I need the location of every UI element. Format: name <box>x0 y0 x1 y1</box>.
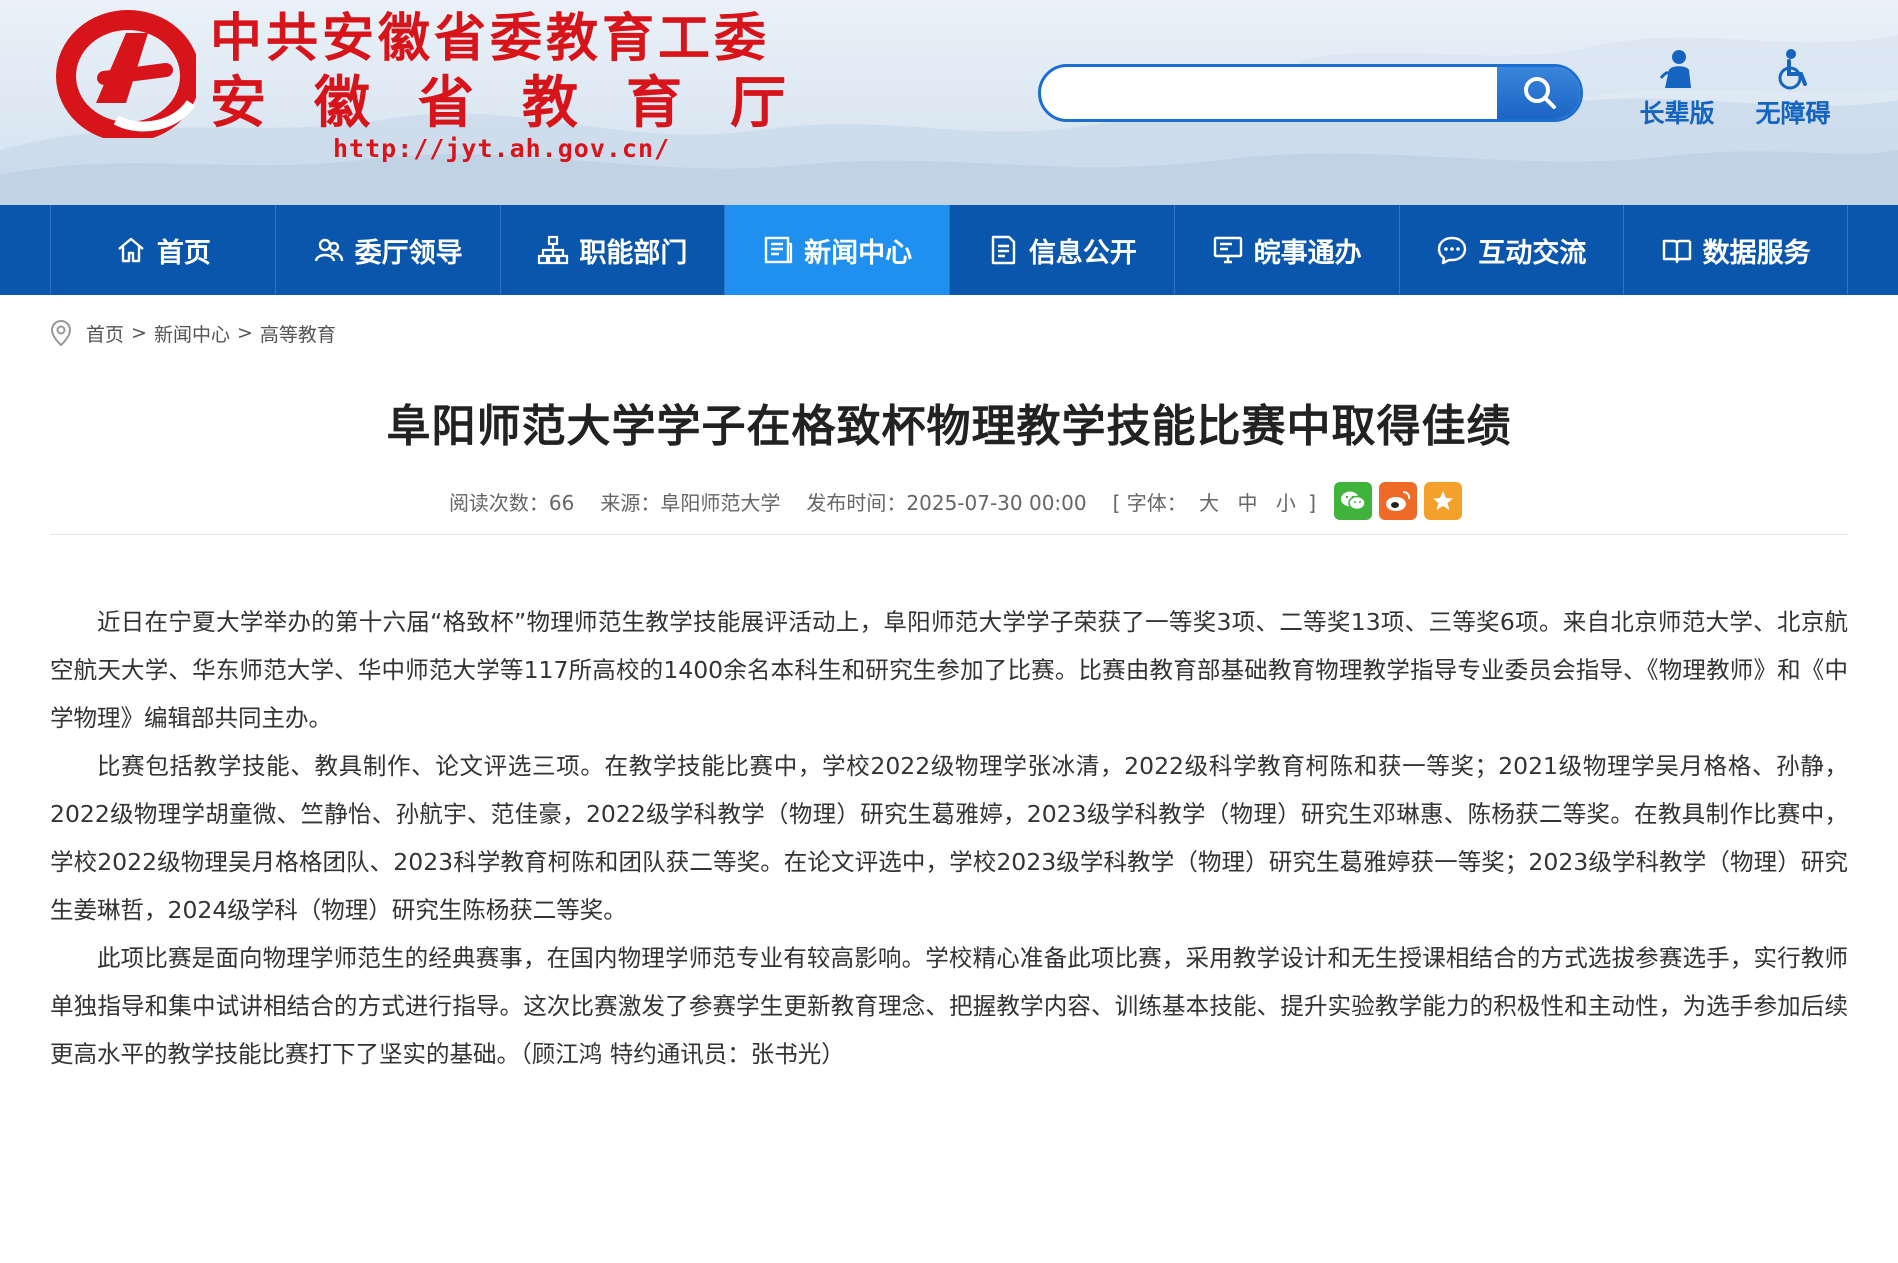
book-icon <box>1662 239 1691 264</box>
nav-item-data[interactable]: 数据服务 <box>1623 205 1848 295</box>
org-chart-icon <box>538 235 569 265</box>
breadcrumb: 首页 > 新闻中心 > 高等教育 <box>50 318 336 348</box>
nav-item-news[interactable]: 新闻中心 <box>724 205 949 295</box>
font-size-label: [ 字体： <box>1112 490 1187 515</box>
nav-item-home[interactable]: 首页 <box>50 205 275 295</box>
monitor-icon <box>1213 236 1242 264</box>
star-icon <box>1433 491 1454 510</box>
location-pin-icon <box>50 319 72 347</box>
breadcrumb-separator: > <box>131 322 147 344</box>
site-header: 中共安徽省委教育工委 安徽省教育厅 http://jyt.ah.gov.cn/ … <box>0 0 1898 205</box>
nav-label: 首页 <box>156 237 211 269</box>
font-size-close: ] <box>1308 490 1317 515</box>
site-title: 中共安徽省委教育工委 安徽省教育厅 <box>210 8 834 136</box>
font-size-large[interactable]: 大 <box>1199 491 1219 515</box>
read-count: 阅读次数：66 <box>448 490 575 515</box>
wechat-icon <box>1341 491 1366 511</box>
font-size-medium[interactable]: 中 <box>1238 491 1258 515</box>
ah-education-logo-icon[interactable] <box>56 8 196 138</box>
article-body: 近日在宁夏大学举办的第十六届“格致杯”物理师范生教学技能展评活动上，阜阳师范大学… <box>50 598 1848 1078</box>
nav-item-disclosure[interactable]: 信息公开 <box>949 205 1174 295</box>
nav-item-services[interactable]: 皖事通办 <box>1173 205 1399 295</box>
breadcrumb-news[interactable]: 新闻中心 <box>154 320 230 347</box>
title-line-1: 中共安徽省委教育工委 <box>210 8 771 69</box>
search-button[interactable] <box>1497 67 1580 119</box>
weibo-icon <box>1386 491 1411 511</box>
document-icon <box>991 235 1016 265</box>
search-icon <box>1524 77 1556 109</box>
site-url[interactable]: http://jyt.ah.gov.cn/ <box>333 134 670 163</box>
wheelchair-icon <box>1778 49 1807 90</box>
home-icon <box>118 237 144 263</box>
nav-label: 职能部门 <box>579 237 688 269</box>
leaders-icon <box>314 238 343 262</box>
publish-time: 发布时间：2025-07-30 00:00 <box>806 490 1087 515</box>
title-line-2: 安徽省教育厅 <box>210 70 834 136</box>
nav-item-departments[interactable]: 职能部门 <box>499 205 725 295</box>
accessibility-label: 无障碍 <box>1755 99 1831 128</box>
nav-item-leaders[interactable]: 委厅领导 <box>274 205 500 295</box>
article-source: 来源：阜阳师范大学 <box>600 490 781 515</box>
article-title: 阜阳师范大学学子在格致杯物理教学技能比赛中取得佳绩 <box>386 401 1512 452</box>
nav-label: 新闻中心 <box>804 237 913 269</box>
article-paragraph: 此项比赛是面向物理学师范生的经典赛事，在国内物理学师范专业有较高影响。学校精心准… <box>50 944 1848 1068</box>
share-weibo-button[interactable] <box>1379 482 1418 520</box>
font-size-switcher: [ 字体： 大 中 小 ] <box>1113 487 1316 516</box>
breadcrumb-higher-education[interactable]: 高等教育 <box>260 320 336 347</box>
nav-label: 信息公开 <box>1028 237 1137 269</box>
nav-label: 委厅领导 <box>354 237 463 269</box>
article-paragraph: 近日在宁夏大学举办的第十六届“格致杯”物理师范生教学技能展评活动上，阜阳师范大学… <box>50 608 1848 732</box>
nav-label: 数据服务 <box>1702 237 1811 269</box>
elder-version-link[interactable]: 长辈版 <box>1632 48 1722 130</box>
search-box <box>1038 64 1583 122</box>
chat-icon <box>1438 236 1467 265</box>
breadcrumb-home[interactable]: 首页 <box>86 320 124 347</box>
nav-item-interaction[interactable]: 互动交流 <box>1398 205 1624 295</box>
breadcrumb-separator: > <box>236 322 253 344</box>
article-meta: 阅读次数：66 来源：阜阳师范大学 发布时间：2025-07-30 00:00 … <box>0 482 1898 520</box>
elder-user-icon <box>1659 50 1691 88</box>
meta-divider <box>50 534 1848 535</box>
elder-version-label: 长辈版 <box>1639 99 1715 128</box>
favorite-button[interactable] <box>1424 482 1463 520</box>
share-wechat-button[interactable] <box>1334 482 1373 520</box>
news-icon <box>764 236 793 264</box>
main-nav: 首页 委厅领导 职能部门 新闻中心 信息公开 皖事通办 互动交流 数据服务 <box>0 205 1898 295</box>
nav-label: 互动交流 <box>1478 237 1587 269</box>
nav-label: 皖事通办 <box>1253 237 1362 269</box>
accessibility-link[interactable]: 无障碍 <box>1748 48 1838 130</box>
search-input[interactable] <box>1041 67 1501 119</box>
font-size-small[interactable]: 小 <box>1276 491 1296 515</box>
article-paragraph: 比赛包括教学技能、教具制作、论文评选三项。在教学技能比赛中，学校2022级物理学… <box>50 752 1848 924</box>
